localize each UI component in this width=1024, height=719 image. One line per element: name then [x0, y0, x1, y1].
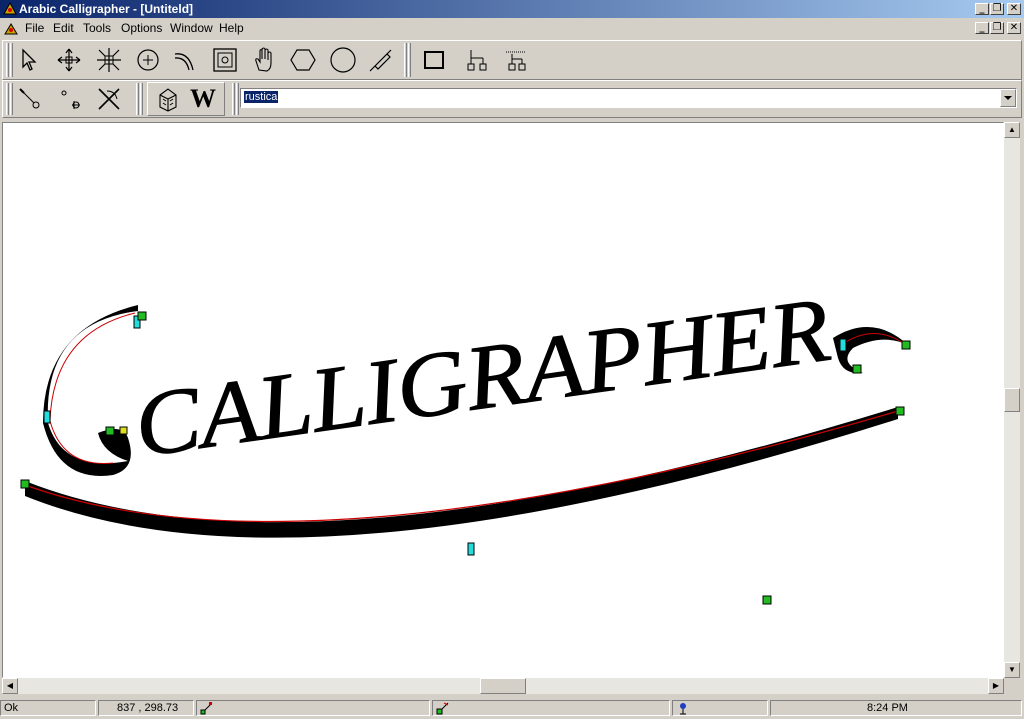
- toolbar-grip[interactable]: [236, 83, 239, 115]
- horizontal-scrollbar[interactable]: ◀ ▶: [2, 678, 1004, 694]
- curve-node-icon: [436, 702, 449, 715]
- status-message: Ok: [0, 700, 96, 716]
- hexagon-icon[interactable]: [286, 43, 320, 77]
- calligraphy-text: CALLIGRAPHER: [128, 278, 835, 476]
- circle-cross-icon[interactable]: [131, 43, 165, 77]
- child-restore-button[interactable]: ❐: [990, 22, 1004, 34]
- menu-bar: File Edit Tools Options Window Help _ ❐ …: [0, 19, 1024, 38]
- circle-icon[interactable]: [326, 43, 360, 77]
- child-minimize-button[interactable]: _: [975, 22, 989, 34]
- menu-help[interactable]: Help: [219, 21, 244, 35]
- maximize-button[interactable]: ❐: [990, 3, 1004, 15]
- add-node-icon[interactable]: [13, 82, 47, 116]
- status-time: 8:24 PM: [770, 700, 1022, 716]
- toolbar-grip[interactable]: [408, 43, 411, 77]
- w-tool-button[interactable]: W: [190, 84, 216, 114]
- stamp-icon[interactable]: [151, 82, 185, 116]
- pin-icon: [680, 703, 686, 715]
- window-title: Arabic Calligrapher - [Untiteld]: [19, 2, 194, 16]
- close-button[interactable]: ✕: [1007, 3, 1021, 15]
- pen-nib-icon[interactable]: [364, 43, 398, 77]
- toolbar-grip[interactable]: [6, 83, 9, 115]
- status-panel-tool: [432, 700, 670, 716]
- select-arrow-icon[interactable]: [12, 43, 46, 77]
- vertical-scroll-thumb[interactable]: [1004, 388, 1020, 412]
- scissors-icon[interactable]: [92, 82, 126, 116]
- scroll-up-icon[interactable]: ▲: [1004, 122, 1020, 138]
- font-style-value[interactable]: rustica: [244, 91, 279, 103]
- scroll-down-icon[interactable]: ▼: [1004, 662, 1020, 678]
- toolbar-grip[interactable]: [136, 83, 139, 115]
- vertical-scrollbar[interactable]: ▲ ▼: [1004, 122, 1020, 678]
- status-panel-user: [672, 700, 768, 716]
- scroll-corner: [1004, 678, 1020, 694]
- toolbar-grip[interactable]: [404, 43, 407, 77]
- horizontal-scroll-thumb[interactable]: [480, 678, 526, 694]
- toolbar-grip[interactable]: [140, 83, 143, 115]
- toolbar-grip[interactable]: [232, 83, 235, 115]
- app-icon[interactable]: [2, 1, 18, 17]
- menu-edit[interactable]: Edit: [53, 21, 74, 35]
- node-icon: [200, 702, 213, 715]
- calligraphy-artwork[interactable]: CALLIGRAPHER: [3, 123, 1003, 677]
- minimize-button[interactable]: _: [975, 3, 989, 15]
- scroll-right-icon[interactable]: ▶: [988, 678, 1004, 694]
- remove-node-icon[interactable]: [53, 82, 87, 116]
- menu-tools[interactable]: Tools: [83, 21, 111, 35]
- toolbar-grip[interactable]: [6, 43, 9, 77]
- title-bar: Arabic Calligrapher - [Untiteld] _ ❐ ✕: [0, 0, 1024, 18]
- resize-icon[interactable]: [92, 43, 126, 77]
- pan-hand-icon[interactable]: [247, 43, 281, 77]
- menu-window[interactable]: Window: [170, 21, 213, 35]
- menu-file[interactable]: File: [25, 21, 44, 35]
- status-panel-node: [196, 700, 430, 716]
- document-icon[interactable]: [3, 21, 19, 37]
- menu-options[interactable]: Options: [121, 21, 162, 35]
- move-icon[interactable]: [52, 43, 86, 77]
- scroll-left-icon[interactable]: ◀: [2, 678, 18, 694]
- chevron-down-icon[interactable]: [1000, 89, 1016, 107]
- tree-icon[interactable]: [459, 43, 493, 77]
- frame-icon[interactable]: [208, 43, 242, 77]
- status-coordinates: 837 , 298.73: [98, 700, 194, 716]
- dotted-tree-icon[interactable]: [499, 43, 533, 77]
- curve-icon[interactable]: [168, 43, 202, 77]
- font-style-combobox[interactable]: rustica: [240, 88, 1017, 108]
- drawing-canvas[interactable]: CALLIGRAPHER: [2, 122, 1004, 678]
- child-close-button[interactable]: ✕: [1007, 22, 1021, 34]
- rectangle-icon[interactable]: [417, 43, 451, 77]
